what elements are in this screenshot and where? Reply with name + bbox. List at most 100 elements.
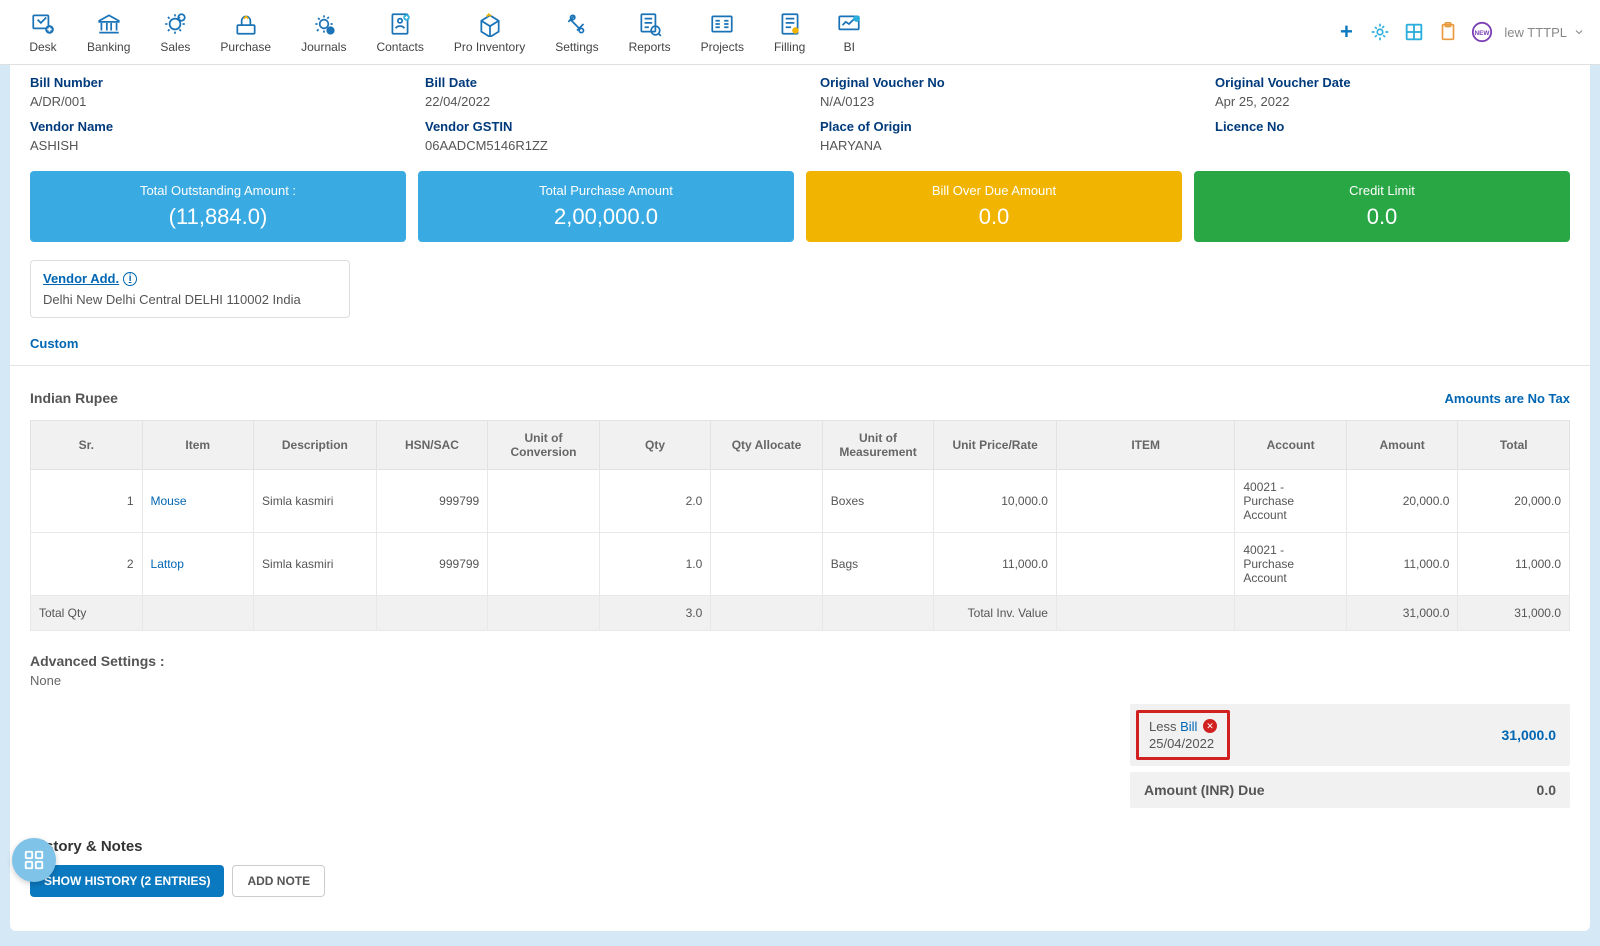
custom-link[interactable]: Custom [10,328,98,359]
clipboard-icon[interactable] [1436,20,1460,44]
nav-reports[interactable]: Reports [615,6,685,58]
vendor-gstin-value: 06AADCM5146R1ZZ [425,138,780,153]
advanced-settings-value: None [30,673,1570,688]
nav-journals[interactable]: Journals [287,6,360,58]
cell-sr: 2 [31,533,143,596]
cell-account: 40021 - Purchase Account [1235,533,1347,596]
reports-icon [636,10,664,38]
nav-label: Reports [629,40,671,54]
nav-projects[interactable]: Projects [687,6,758,58]
summary-cards: Total Outstanding Amount : (11,884.0) To… [10,163,1590,250]
advanced-settings: Advanced Settings : None [10,641,1590,694]
orig-voucher-no-value: N/A/0123 [820,94,1175,109]
nav-label: Sales [160,40,190,54]
advanced-settings-label: Advanced Settings : [30,653,1570,669]
info-icon[interactable]: i [123,272,137,286]
user-menu[interactable]: lew TTTPL [1504,25,1585,40]
card-credit-limit: Credit Limit 0.0 [1194,171,1570,242]
cell-desc: Simla kasmiri [254,470,377,533]
place-of-origin-value: HARYANA [820,138,1175,153]
nav-items: Desk Banking Sales Purchase Journals Con… [15,6,877,58]
nav-filling[interactable]: Filling [760,6,819,58]
vendor-address-title-text: Vendor Add. [43,271,119,286]
add-note-button[interactable]: ADD NOTE [232,865,325,897]
float-apps-button[interactable] [12,838,56,882]
less-bill-link[interactable]: Bill [1180,719,1197,734]
nav-right: + NEW lew TTTPL [1334,20,1585,44]
nav-label: Journals [301,40,346,54]
bill-date-value: 22/04/2022 [425,94,780,109]
table-row: 2 Lattop Simla kasmiri 999799 1.0 Bags 1… [31,533,1570,596]
item-link[interactable]: Mouse [151,494,187,508]
top-nav: Desk Banking Sales Purchase Journals Con… [0,0,1600,65]
total-total: 31,000.0 [1458,596,1570,631]
cell-uoc [488,470,600,533]
cell-account: 40021 - Purchase Account [1235,470,1347,533]
cell-desc: Simla kasmiri [254,533,377,596]
new-badge-icon[interactable]: NEW [1470,20,1494,44]
place-of-origin-label: Place of Origin [820,119,1175,134]
orig-voucher-no-label: Original Voucher No [820,75,1175,90]
settings-icon [563,10,591,38]
plus-icon[interactable]: + [1334,20,1358,44]
apps-grid-icon [23,849,45,871]
cell-qty: 1.0 [599,533,711,596]
nav-pro-inventory[interactable]: Pro Inventory [440,6,539,58]
less-bill-amount: 31,000.0 [1502,727,1557,743]
nav-label: Projects [701,40,744,54]
th-qty: Qty [599,421,711,470]
nav-desk[interactable]: Desk [15,6,71,58]
card-outstanding: Total Outstanding Amount : (11,884.0) [30,171,406,242]
remove-bill-icon[interactable]: ✕ [1203,719,1217,733]
calc-icon[interactable] [1402,20,1426,44]
user-label: lew TTTPL [1504,25,1567,40]
less-bill-date: 25/04/2022 [1149,736,1217,751]
svg-text:NEW: NEW [1475,30,1491,37]
nav-purchase[interactable]: Purchase [206,6,285,58]
purchase-icon [232,10,260,38]
vendor-gstin-label: Vendor GSTIN [425,119,780,134]
gear-icon[interactable] [1368,20,1392,44]
cell-uoc [488,533,600,596]
cell-item: Mouse [142,470,254,533]
nav-banking[interactable]: Banking [73,6,144,58]
nav-bi[interactable]: BI [821,6,877,58]
currency-label: Indian Rupee [30,390,118,406]
nav-label: Filling [774,40,805,54]
less-bill-prefix: Less [1149,719,1176,734]
th-uoc: Unit of Conversion [488,421,600,470]
nav-label: BI [844,40,855,54]
nav-sales[interactable]: Sales [146,6,204,58]
th-account: Account [1235,421,1347,470]
cell-item: Lattop [142,533,254,596]
cell-itemcol [1056,470,1234,533]
card-title: Credit Limit [1204,183,1560,198]
cell-qty: 2.0 [599,470,711,533]
vendor-address-title[interactable]: Vendor Add. i [43,271,137,286]
sales-icon [161,10,189,38]
history-section: History & Notes SHOW HISTORY (2 ENTRIES)… [10,824,1590,911]
main-panel: Bill Number A/DR/001 Bill Date 22/04/202… [10,65,1590,931]
vendor-name-value: ASHISH [30,138,385,153]
cell-qtya [711,533,823,596]
th-uom: Unit of Measurement [822,421,934,470]
card-value: 2,00,000.0 [428,204,784,230]
vendor-address-box: Vendor Add. i Delhi New Delhi Central DE… [30,260,350,318]
item-link[interactable]: Lattop [151,557,184,571]
th-sr: Sr. [31,421,143,470]
history-title: History & Notes [30,838,1570,855]
th-desc: Description [254,421,377,470]
table-area: Indian Rupee Amounts are No Tax Sr. Item… [10,372,1590,641]
card-title: Bill Over Due Amount [816,183,1172,198]
total-qty-label: Total Qty [31,596,143,631]
divider [10,365,1590,366]
amount-due-row: Amount (INR) Due 0.0 [1130,772,1570,808]
amount-due-label: Amount (INR) Due [1144,782,1265,798]
vendor-address-text: Delhi New Delhi Central DELHI 110002 Ind… [43,292,337,307]
nav-settings[interactable]: Settings [541,6,612,58]
cell-itemcol [1056,533,1234,596]
amount-due-value: 0.0 [1537,782,1556,798]
nav-label: Banking [87,40,130,54]
show-history-button[interactable]: SHOW HISTORY (2 ENTRIES) [30,865,224,897]
nav-contacts[interactable]: Contacts [362,6,437,58]
